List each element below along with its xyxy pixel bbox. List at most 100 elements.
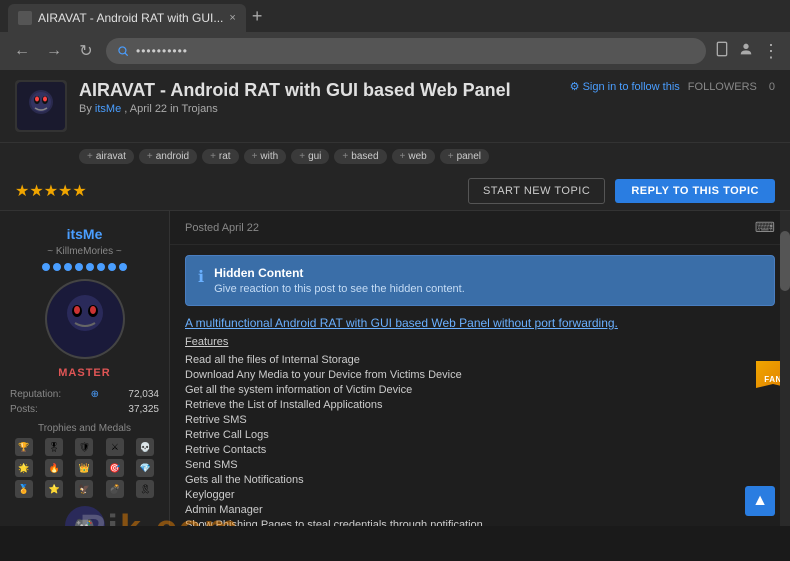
feature-5: Retrive SMS — [185, 414, 775, 426]
tag-gui[interactable]: gui — [291, 149, 329, 164]
forward-button[interactable]: → — [42, 42, 66, 60]
tag-airavat[interactable]: airavat — [79, 149, 134, 164]
feature-6: Retrive Call Logs — [185, 429, 775, 441]
reputation-value: 72,034 — [128, 389, 159, 400]
features-list: Read all the files of Internal Storage D… — [185, 354, 775, 526]
forum-title: AIRAVAT - Android RAT with GUI based Web… — [79, 80, 558, 101]
followers-count: 0 — [769, 81, 775, 93]
reputation-label: Reputation: — [10, 389, 61, 400]
trophy-14: 💣 — [106, 480, 124, 498]
main-post-link[interactable]: A multifunctional Android RAT with GUI b… — [185, 316, 775, 330]
trophy-10: 💎 — [136, 459, 154, 477]
tab-bar: AIRAVAT - Android RAT with GUI... × + — [0, 0, 790, 32]
forum-subtitle: By itsMe , April 22 in Trojans — [79, 103, 558, 115]
dot-2 — [53, 263, 61, 271]
tags-row: airavat android rat with gui based web p… — [0, 143, 790, 172]
user-stat-reputation: Reputation: ⊕ 72,034 — [10, 387, 159, 402]
feature-2: Download Any Media to your Device from V… — [185, 369, 775, 381]
dot-1 — [42, 263, 50, 271]
scrollbar[interactable] — [780, 211, 790, 526]
active-tab[interactable]: AIRAVAT - Android RAT with GUI... × — [8, 4, 246, 32]
tag-android[interactable]: android — [139, 149, 197, 164]
trophy-2: 🎖 — [45, 438, 63, 456]
forum-header: AIRAVAT - Android RAT with GUI based Web… — [0, 70, 790, 143]
dot-5 — [86, 263, 94, 271]
followers-label: FOLLOWERS — [688, 81, 757, 93]
nav-icons-right: ⋮ — [714, 41, 780, 62]
info-icon: ℹ — [198, 267, 204, 295]
trophy-4: ⚔ — [106, 438, 124, 456]
trophy-12: ⭐ — [45, 480, 63, 498]
feature-1: Read all the files of Internal Storage — [185, 354, 775, 366]
avatar-image — [47, 281, 123, 357]
hidden-content-box: ℹ Hidden Content Give reaction to this p… — [185, 255, 775, 306]
subtitle-category[interactable]: Trojans — [182, 103, 218, 115]
reputation-icon: ⊕ — [91, 389, 99, 400]
trophy-5: 💀 — [136, 438, 154, 456]
trophy-13: 🦅 — [75, 480, 93, 498]
dot-8 — [119, 263, 127, 271]
posts-value: 37,325 — [128, 404, 159, 415]
start-new-topic-button[interactable]: START NEW TOPIC — [468, 178, 605, 204]
tab-close-button[interactable]: × — [229, 12, 235, 24]
trophy-1: 🏆 — [15, 438, 33, 456]
tag-with[interactable]: with — [244, 149, 287, 164]
post-share-icon[interactable]: ⌨ — [755, 219, 775, 236]
user-avatar-bottom: 🎮 — [65, 506, 105, 526]
dot-7 — [108, 263, 116, 271]
trophy-3: 🛡 — [75, 438, 93, 456]
posts-label: Posts: — [10, 404, 38, 415]
nav-bar: ← → ↻ •••••••••• ⋮ — [0, 32, 790, 70]
post-main: Posted April 22 ⌨ ℹ Hidden Content Give … — [170, 211, 790, 526]
profile-icon[interactable] — [738, 41, 754, 57]
user-name[interactable]: itsMe — [10, 226, 159, 242]
tag-based[interactable]: based — [334, 149, 386, 164]
scrollbar-thumb[interactable] — [780, 231, 790, 291]
post-meta: Posted April 22 ⌨ — [170, 211, 790, 245]
logo-image — [17, 82, 65, 130]
tag-web[interactable]: web — [392, 149, 435, 164]
stars-row: ★★★★★ START NEW TOPIC REPLY TO THIS TOPI… — [0, 172, 790, 211]
scroll-to-top-button[interactable]: ▲ — [745, 486, 775, 516]
tab-favicon — [18, 11, 32, 25]
trophy-11: 🏅 — [15, 480, 33, 498]
topic-actions: START NEW TOPIC REPLY TO THIS TOPIC — [468, 178, 775, 204]
feature-3: Get all the system information of Victim… — [185, 384, 775, 396]
feature-10: Keylogger — [185, 489, 775, 501]
address-bar[interactable]: •••••••••• — [106, 38, 706, 64]
new-tab-button[interactable]: + — [252, 6, 263, 27]
post-date: Posted April 22 — [185, 222, 259, 234]
feature-12: Show Phishing Pages to steal credentials… — [185, 519, 775, 526]
back-button[interactable]: ← — [10, 42, 34, 60]
feature-7: Retrive Contacts — [185, 444, 775, 456]
address-text: •••••••••• — [136, 44, 188, 58]
reply-to-topic-button[interactable]: REPLY TO THIS TOPIC — [615, 179, 775, 203]
feature-8: Send SMS — [185, 459, 775, 471]
user-alias: ~ KillmeMories ~ — [10, 246, 159, 257]
bookmark-icon[interactable] — [714, 41, 730, 57]
author-name[interactable]: itsMe — [95, 103, 121, 115]
dot-4 — [75, 263, 83, 271]
post-area: itsMe ~ KillmeMories ~ — [0, 211, 790, 526]
subtitle-date: , April 22 in — [124, 103, 178, 115]
forum-logo — [15, 80, 67, 132]
features-section-title: Features — [185, 336, 775, 348]
user-stat-posts: Posts: 37,325 — [10, 402, 159, 417]
user-avatar — [45, 279, 125, 359]
hidden-content-title: Hidden Content — [214, 266, 465, 280]
trophy-7: 🔥 — [45, 459, 63, 477]
menu-icon[interactable]: ⋮ — [762, 41, 780, 62]
tag-rat[interactable]: rat — [202, 149, 239, 164]
subtitle-by: By — [79, 103, 92, 115]
user-sidebar: itsMe ~ KillmeMories ~ — [0, 211, 170, 526]
hidden-content-desc: Give reaction to this post to see the hi… — [214, 283, 465, 295]
trophy-6: 🌟 — [15, 459, 33, 477]
sign-in-follow[interactable]: ⚙ Sign in to follow this — [570, 80, 680, 93]
feature-11: Admin Manager — [185, 504, 775, 516]
dot-3 — [64, 263, 72, 271]
refresh-button[interactable]: ↻ — [74, 41, 98, 61]
tab-title: AIRAVAT - Android RAT with GUI... — [38, 11, 223, 25]
dot-6 — [97, 263, 105, 271]
tag-panel[interactable]: panel — [440, 149, 489, 164]
trophy-8: 👑 — [75, 459, 93, 477]
